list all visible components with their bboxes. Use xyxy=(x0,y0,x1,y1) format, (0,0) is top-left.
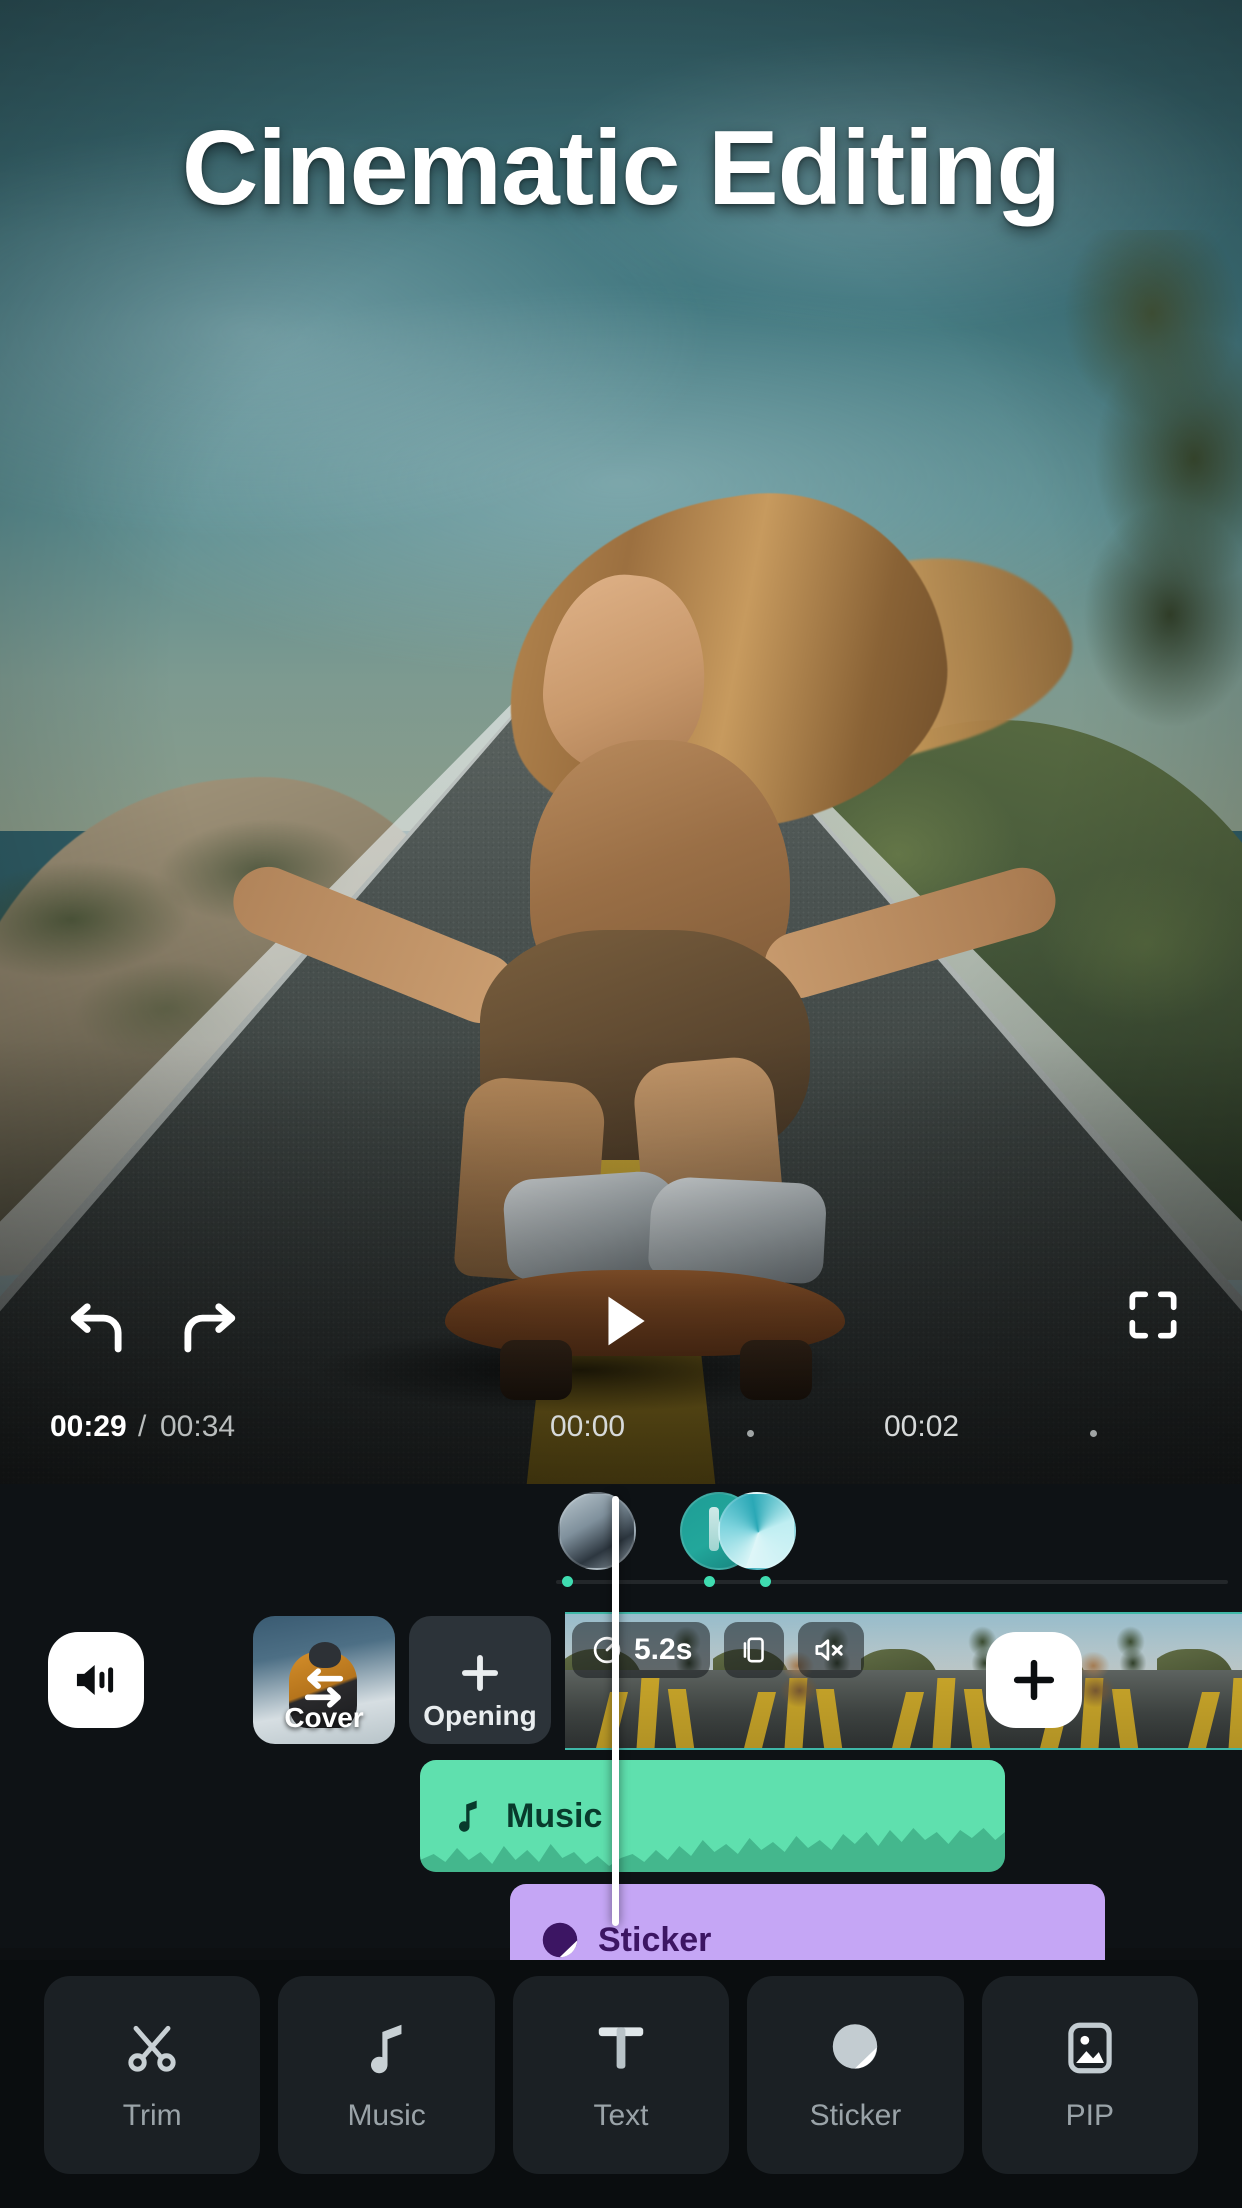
scissors-icon xyxy=(128,2025,176,2072)
keyframe-dot[interactable] xyxy=(704,1576,715,1587)
sticker-icon xyxy=(833,2024,878,2069)
mute-badge[interactable] xyxy=(798,1622,865,1678)
tool-label: Sticker xyxy=(809,2099,902,2132)
tool-sticker[interactable]: Sticker xyxy=(747,1976,964,2174)
sticker-icon xyxy=(542,1922,578,1958)
keyframe-thumbnail[interactable] xyxy=(558,1492,636,1570)
play-button[interactable] xyxy=(578,1278,664,1369)
keyframe-dot[interactable] xyxy=(562,1576,573,1587)
clip-frame xyxy=(1157,1614,1242,1748)
ruler-tick xyxy=(747,1430,754,1437)
keyframe-dot-row xyxy=(0,1576,1242,1592)
redo-button[interactable] xyxy=(170,1284,248,1367)
keyframe-thumbnail-row xyxy=(0,1484,1242,1572)
cover-button[interactable]: Cover xyxy=(253,1616,395,1744)
total-time-label: 00:34 xyxy=(160,1410,236,1443)
crop-badge[interactable] xyxy=(724,1622,785,1678)
tool-label: Trim xyxy=(122,2099,182,2132)
tool-trim[interactable]: Trim xyxy=(44,1976,261,2174)
bottom-toolbar: Trim Music Text Sticker PIP xyxy=(0,1960,1242,2208)
music-track[interactable]: Music xyxy=(420,1760,1005,1872)
speed-badge-label: 5.2s xyxy=(634,1633,693,1666)
time-display-row: 00:29 / 00:34 00:00 00:02 xyxy=(0,1410,1242,1460)
undo-icon xyxy=(70,1303,122,1353)
undo-button[interactable] xyxy=(58,1284,136,1367)
keyframe-thumbnail[interactable] xyxy=(718,1492,796,1570)
music-note-icon xyxy=(459,1800,477,1832)
timeline-panel[interactable]: Cover Opening 5.2s Music Sticker xyxy=(0,1484,1242,1996)
add-clip-button[interactable] xyxy=(986,1632,1082,1728)
speed-badge[interactable]: 5.2s xyxy=(572,1622,711,1678)
picture-in-picture-icon xyxy=(1068,2022,1112,2074)
fullscreen-button[interactable] xyxy=(1122,1284,1184,1351)
tool-label: Text xyxy=(593,2099,649,2132)
plus-icon xyxy=(1013,1659,1055,1701)
fullscreen-icon xyxy=(1129,1291,1177,1339)
playhead[interactable] xyxy=(612,1496,619,1926)
video-preview[interactable]: Cinematic Editing xyxy=(0,0,1242,1484)
ruler-mark-0: 00:00 xyxy=(550,1410,626,1443)
text-t-icon xyxy=(598,2027,644,2069)
app-root: Cinematic Editing 00:29 / 00:34 00:00 00… xyxy=(0,0,1242,2208)
tool-label: PIP xyxy=(1065,2099,1114,2132)
tool-text[interactable]: Text xyxy=(512,1976,730,2174)
volume-mute-icon xyxy=(815,1639,844,1661)
time-separator: / xyxy=(138,1410,147,1443)
cover-label: Cover xyxy=(284,1702,364,1733)
current-time-label: 00:29 xyxy=(50,1410,127,1443)
music-track-label: Music xyxy=(506,1796,603,1835)
ruler-tick xyxy=(1090,1430,1097,1437)
volume-icon xyxy=(76,1665,114,1695)
tool-pip[interactable]: PIP xyxy=(981,1976,1199,2174)
tool-music[interactable]: Music xyxy=(278,1976,495,2174)
clip-row: Cover Opening 5.2s xyxy=(0,1604,1242,1752)
title-overlay-text: Cinematic Editing xyxy=(181,109,1061,227)
opening-button[interactable]: Opening xyxy=(409,1616,551,1744)
frame-crop-icon xyxy=(744,1637,765,1663)
plus-icon xyxy=(453,1646,507,1705)
sticker-track-label: Sticker xyxy=(598,1920,712,1959)
tool-label: Music xyxy=(347,2099,426,2132)
opening-label: Opening xyxy=(423,1700,537,1731)
music-note-icon xyxy=(370,2024,402,2074)
ruler-mark-1: 00:02 xyxy=(884,1410,960,1443)
redo-icon xyxy=(184,1303,236,1353)
keyframe-dot[interactable] xyxy=(760,1576,771,1587)
player-controls xyxy=(0,1278,1242,1368)
play-icon xyxy=(608,1296,645,1346)
volume-button[interactable] xyxy=(48,1632,144,1728)
